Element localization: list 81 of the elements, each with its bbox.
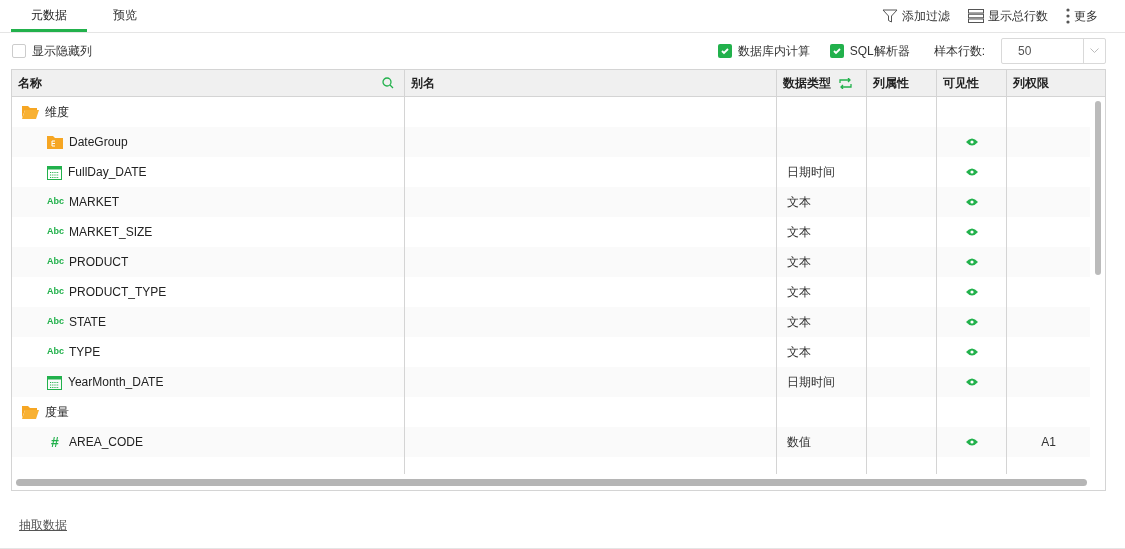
tab[interactable]: 预览 bbox=[87, 0, 163, 32]
data-type: 日期时间 bbox=[787, 164, 835, 181]
table-row[interactable]: Abc STATE 文本 bbox=[12, 307, 1090, 337]
toolbar-button[interactable]: 显示总行数 bbox=[968, 7, 1048, 25]
table-row[interactable]: Abc PRODUCT 文本 bbox=[12, 247, 1090, 277]
column-header: 列属性 bbox=[873, 75, 909, 92]
eye-icon[interactable] bbox=[965, 288, 978, 296]
eye-icon[interactable] bbox=[965, 318, 978, 326]
data-type: 文本 bbox=[787, 344, 811, 361]
list-icon bbox=[968, 9, 984, 23]
data-type: 文本 bbox=[787, 314, 811, 331]
column-header: 可见性 bbox=[943, 75, 979, 92]
checkbox[interactable] bbox=[12, 44, 26, 58]
chevron-down-icon bbox=[1090, 48, 1099, 54]
field-name: YearMonth_DATE bbox=[68, 374, 164, 391]
field-name: 维度 bbox=[45, 104, 69, 121]
data-type: 日期时间 bbox=[787, 374, 835, 391]
field-name: PRODUCT_TYPE bbox=[69, 284, 167, 301]
eye-icon[interactable] bbox=[965, 378, 978, 386]
type-icon: # bbox=[47, 431, 63, 453]
checkbox[interactable] bbox=[829, 44, 844, 58]
field-name: MARKET_SIZE bbox=[69, 224, 153, 241]
calendar-icon bbox=[47, 374, 62, 390]
field-name: PRODUCT bbox=[69, 254, 129, 271]
checkbox[interactable] bbox=[717, 44, 732, 58]
field-name: AREA_CODE bbox=[69, 434, 144, 451]
checkbox-label: 数据库内计算 bbox=[737, 43, 810, 60]
eye-icon[interactable] bbox=[965, 258, 978, 266]
swap-icon[interactable] bbox=[839, 77, 852, 89]
filter-icon bbox=[882, 8, 898, 24]
permission: A1 bbox=[1041, 434, 1056, 451]
search-icon[interactable] bbox=[382, 77, 394, 89]
extract-data-link[interactable]: 抽取数据 bbox=[19, 516, 67, 534]
check-icon bbox=[719, 46, 730, 56]
tab[interactable]: 元数据 bbox=[11, 0, 87, 32]
type-icon: Abc bbox=[47, 195, 63, 209]
eye-icon[interactable] bbox=[965, 228, 978, 236]
more-icon bbox=[1066, 8, 1070, 24]
table-row[interactable]: # AREA_CODE 数值 A1 bbox=[12, 427, 1090, 457]
column-header: 别名 bbox=[411, 75, 435, 92]
toolbar-button[interactable]: 添加过滤 bbox=[882, 7, 950, 25]
folder-icon bbox=[47, 135, 63, 149]
field-name: TYPE bbox=[69, 344, 101, 361]
sample-rows-dropdown[interactable]: 50 bbox=[1001, 38, 1106, 64]
column-header: 数据类型 bbox=[783, 75, 831, 92]
type-icon: Abc bbox=[47, 345, 63, 359]
check-icon bbox=[831, 46, 842, 56]
data-type: 数值 bbox=[787, 434, 811, 451]
table-row[interactable]: YearMonth_DATE 日期时间 bbox=[12, 367, 1090, 397]
field-name: DateGroup bbox=[69, 134, 128, 151]
column-header: 名称 bbox=[18, 75, 42, 92]
field-name: MARKET bbox=[69, 194, 119, 211]
checkbox-label: 显示隐藏列 bbox=[32, 43, 92, 60]
column-header: 列权限 bbox=[1013, 75, 1049, 92]
type-icon: Abc bbox=[47, 225, 63, 239]
calendar-icon bbox=[47, 164, 62, 180]
eye-icon[interactable] bbox=[965, 138, 978, 146]
field-name: FullDay_DATE bbox=[68, 164, 147, 181]
toolbar-button[interactable]: 更多 bbox=[1066, 7, 1098, 25]
field-name: 度量 bbox=[45, 404, 69, 421]
eye-icon[interactable] bbox=[965, 168, 978, 176]
field-label: 样本行数: bbox=[933, 43, 985, 60]
data-type: 文本 bbox=[787, 284, 811, 301]
data-type: 文本 bbox=[787, 194, 811, 211]
type-icon: Abc bbox=[47, 255, 63, 269]
eye-icon[interactable] bbox=[965, 348, 978, 356]
folder-icon bbox=[22, 405, 39, 419]
type-icon: Abc bbox=[47, 315, 63, 329]
data-type: 文本 bbox=[787, 224, 811, 241]
eye-icon[interactable] bbox=[965, 198, 978, 206]
field-name: STATE bbox=[69, 314, 106, 331]
horizontal-scrollbar[interactable] bbox=[16, 478, 1087, 486]
type-icon: Abc bbox=[47, 285, 63, 299]
checkbox-label: SQL解析器 bbox=[849, 43, 910, 60]
table-row[interactable]: Abc MARKET 文本 bbox=[12, 187, 1090, 217]
vertical-scrollbar[interactable] bbox=[1094, 101, 1101, 275]
dropdown-value: 50 bbox=[1017, 43, 1033, 60]
folder-icon bbox=[22, 105, 39, 119]
eye-icon[interactable] bbox=[965, 438, 978, 446]
data-type: 文本 bbox=[787, 254, 811, 271]
table-row[interactable]: DateGroup bbox=[12, 127, 1090, 157]
